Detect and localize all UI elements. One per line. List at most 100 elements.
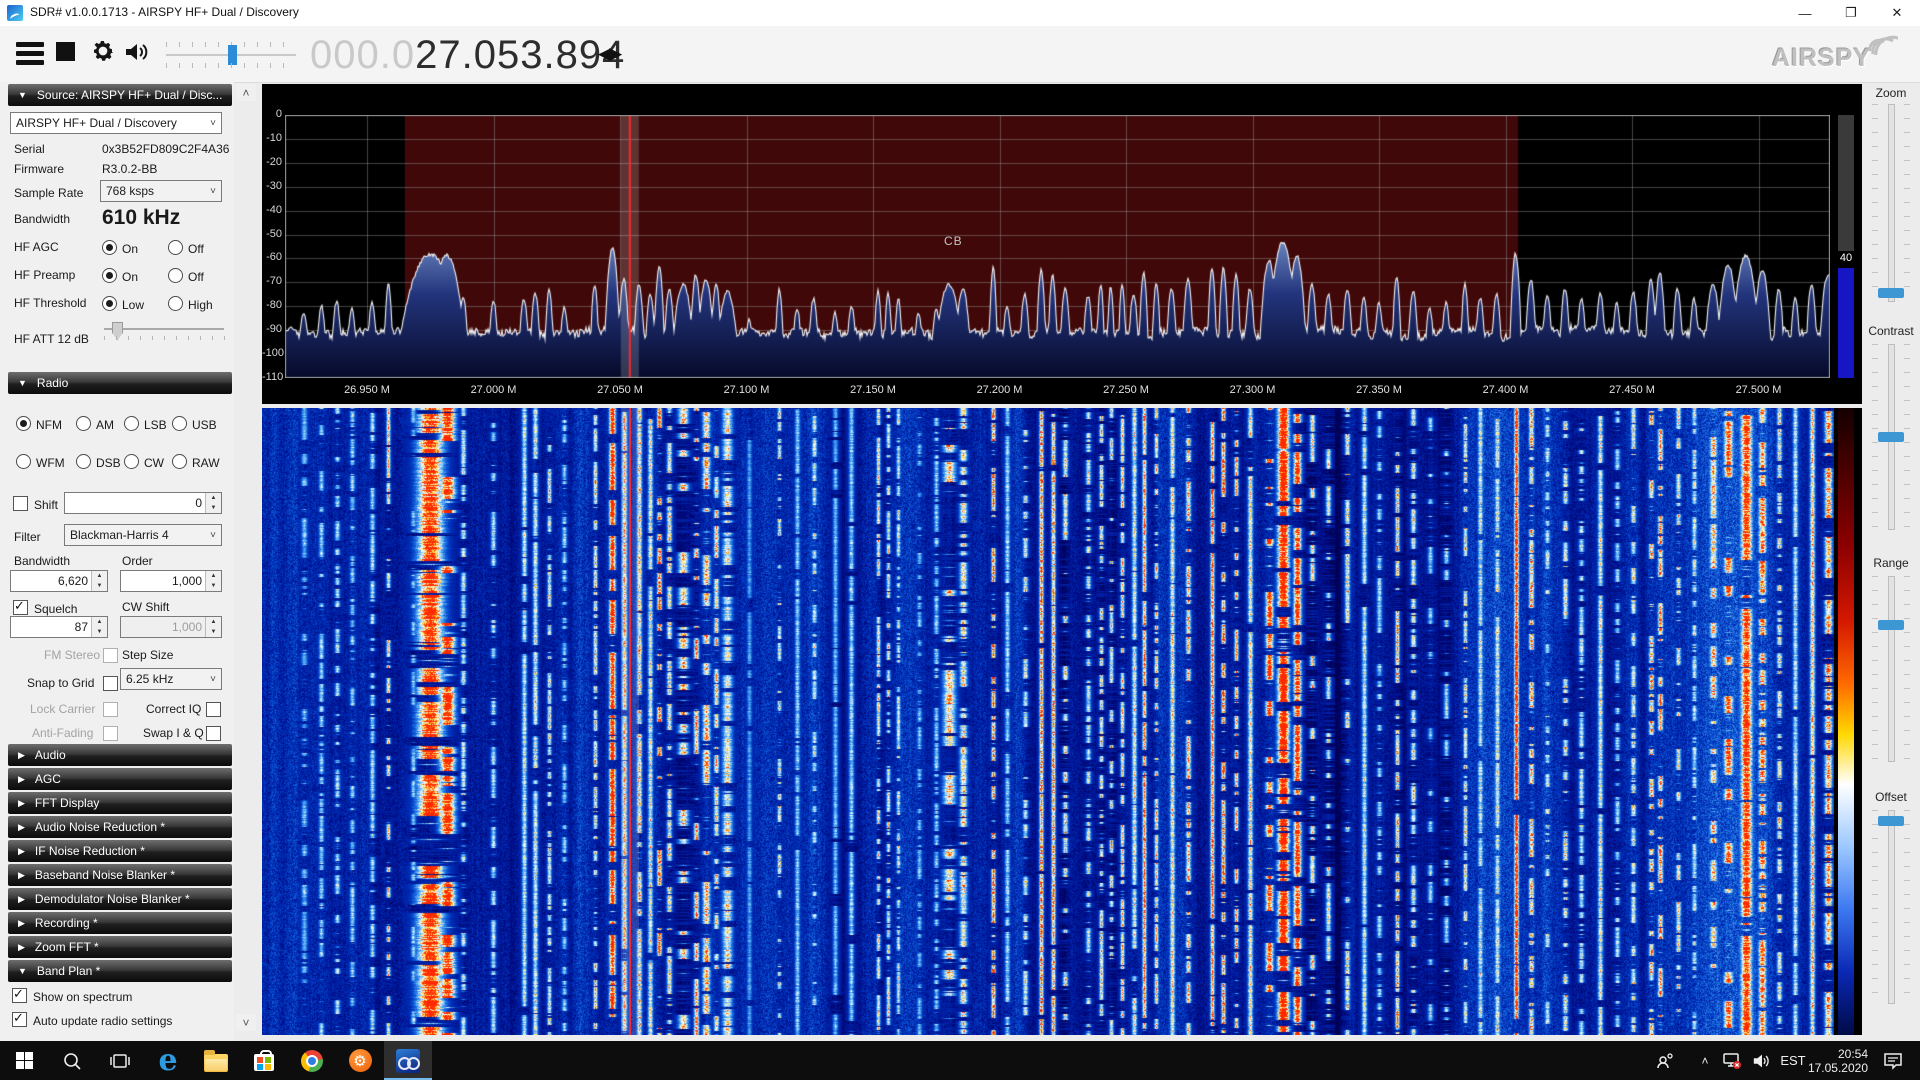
checkbox-icon[interactable] <box>13 598 28 615</box>
spinner-icon[interactable]: ▲ ▼ <box>205 493 221 513</box>
panel-header-zoom-fft[interactable]: ▶ Zoom FFT * <box>8 936 232 958</box>
restore-button[interactable]: ❐ <box>1828 0 1874 26</box>
zoom-slider-track[interactable] <box>1888 104 1895 302</box>
waterfall-canvas[interactable] <box>262 408 1834 1035</box>
spinner-icon[interactable]: ▲ ▼ <box>205 571 221 591</box>
taskbar-task-view-icon[interactable] <box>96 1041 144 1080</box>
menu-icon[interactable] <box>16 40 44 67</box>
panel-header-demodulator-noise-blanker[interactable]: ▶ Demodulator Noise Blanker * <box>8 888 232 910</box>
spinner-icon[interactable]: ▲ ▼ <box>91 571 107 591</box>
order-input[interactable]: 1,000 ▲ ▼ <box>120 570 222 592</box>
filter-select[interactable]: Blackman-Harris 4 ˅ <box>64 524 222 546</box>
taskbar-sdrsharp-icon[interactable] <box>384 1041 432 1080</box>
tray-expand-icon[interactable]: ˄ <box>1692 1041 1718 1080</box>
checkbox-icon[interactable] <box>103 676 118 691</box>
level-meter-lower[interactable] <box>1838 268 1854 378</box>
source-panel-header[interactable]: ▼ Source: AIRSPY HF+ Dual / Disc... <box>8 84 232 106</box>
hf-threshold-high-radio[interactable]: High <box>168 296 213 312</box>
taskbar-start-button[interactable] <box>0 1041 48 1080</box>
mode-radio-nfm[interactable]: NFM <box>16 416 62 432</box>
mode-radio-raw[interactable]: RAW <box>172 454 220 470</box>
swap-iq-checkbox[interactable] <box>206 726 227 742</box>
radio-icon[interactable] <box>172 416 187 431</box>
minimize-button[interactable]: — <box>1782 0 1828 26</box>
squelch-input[interactable]: 87 ▲ ▼ <box>10 616 108 638</box>
radio-icon[interactable] <box>102 268 117 283</box>
scroll-down-arrow[interactable]: ˅ <box>236 1014 256 1031</box>
sample-rate-select[interactable]: 768 ksps ˅ <box>100 180 222 202</box>
radio-icon[interactable] <box>76 416 91 431</box>
offset-slider-track[interactable] <box>1888 810 1895 1004</box>
taskbar-store-icon[interactable] <box>240 1041 288 1080</box>
people-icon[interactable] <box>1648 1041 1682 1080</box>
taskbar-chrome-icon[interactable] <box>288 1041 336 1080</box>
mode-radio-dsb[interactable]: DSB <box>76 454 121 470</box>
hf-agc-off-radio[interactable]: Off <box>168 240 204 256</box>
range-slider-track[interactable] <box>1888 576 1895 762</box>
frequency-display[interactable]: 000.027.053.894 <box>310 33 625 78</box>
spectrum-canvas[interactable] <box>285 115 1830 378</box>
radio-icon[interactable] <box>168 268 183 283</box>
radio-icon[interactable] <box>168 296 183 311</box>
mode-radio-lsb[interactable]: LSB <box>124 416 167 432</box>
spinner-icon[interactable]: ▲ ▼ <box>91 617 107 637</box>
checkbox-icon[interactable] <box>12 1010 27 1027</box>
taskbar-search-icon[interactable] <box>48 1041 96 1080</box>
step-right-icon[interactable]: ▶ <box>609 44 622 63</box>
checkbox-icon[interactable] <box>206 702 221 717</box>
radio-icon[interactable] <box>76 454 91 469</box>
zoom-slider-thumb[interactable] <box>1878 288 1904 298</box>
frequency-steppers[interactable]: ◀▶ <box>598 44 622 64</box>
taskbar-file-explorer-icon[interactable] <box>192 1041 240 1080</box>
taskbar-sdr-console-icon[interactable]: ⚙ <box>336 1041 384 1080</box>
volume-slider[interactable] <box>166 42 296 68</box>
mode-radio-am[interactable]: AM <box>76 416 114 432</box>
speaker-icon[interactable] <box>124 39 152 65</box>
language-indicator[interactable]: EST <box>1778 1041 1808 1080</box>
clock[interactable]: 20:54 17.05.2020 <box>1806 1041 1868 1080</box>
mode-radio-wfm[interactable]: WFM <box>16 454 65 470</box>
panel-header-band-plan[interactable]: ▼ Band Plan * <box>8 960 232 982</box>
checkbox-icon[interactable] <box>12 986 27 1003</box>
show-on-spectrum-checkbox[interactable]: Show on spectrum <box>12 986 132 1004</box>
step-size-select[interactable]: 6.25 kHz ˅ <box>120 668 222 690</box>
radio-icon[interactable] <box>102 240 117 255</box>
radio-icon[interactable] <box>172 454 187 469</box>
scroll-up-arrow[interactable]: ˄ <box>236 84 256 101</box>
close-button[interactable]: ✕ <box>1874 0 1920 26</box>
panel-header-audio-noise-reduction[interactable]: ▶ Audio Noise Reduction * <box>8 816 232 838</box>
hf-preamp-off-radio[interactable]: Off <box>168 268 204 284</box>
shift-checkbox[interactable]: Shift <box>13 496 58 512</box>
hf-threshold-low-radio[interactable]: Low <box>102 296 144 312</box>
hf-preamp-on-radio[interactable]: On <box>102 268 138 284</box>
filter-bandwidth-input[interactable]: 6,620 ▲ ▼ <box>10 570 108 592</box>
action-center-icon[interactable] <box>1876 1041 1910 1080</box>
network-icon[interactable] <box>1718 1041 1746 1080</box>
range-slider-thumb[interactable] <box>1878 620 1904 630</box>
shift-input[interactable]: 0 ▲ ▼ <box>64 492 222 514</box>
radio-icon[interactable] <box>124 454 139 469</box>
radio-icon[interactable] <box>168 240 183 255</box>
volume-thumb[interactable] <box>228 45 237 65</box>
panel-header-recording[interactable]: ▶ Recording * <box>8 912 232 934</box>
waterfall-display[interactable] <box>262 408 1862 1035</box>
panel-header-if-noise-reduction[interactable]: ▶ IF Noise Reduction * <box>8 840 232 862</box>
correct-iq-checkbox[interactable] <box>206 702 227 718</box>
tray-volume-icon[interactable] <box>1748 1041 1776 1080</box>
offset-slider-thumb[interactable] <box>1878 816 1904 826</box>
device-select[interactable]: AIRSPY HF+ Dual / Discovery ˅ <box>10 112 222 134</box>
radio-icon[interactable] <box>124 416 139 431</box>
panel-header-agc[interactable]: ▶ AGC <box>8 768 232 790</box>
checkbox-icon[interactable] <box>206 726 221 741</box>
squelch-checkbox[interactable]: Squelch <box>13 598 77 616</box>
stop-button[interactable] <box>56 42 75 61</box>
mode-radio-usb[interactable]: USB <box>172 416 217 432</box>
radio-icon[interactable] <box>16 454 31 469</box>
hf-agc-on-radio[interactable]: On <box>102 240 138 256</box>
panel-header-fft-display[interactable]: ▶ FFT Display <box>8 792 232 814</box>
panel-header-audio[interactable]: ▶ Audio <box>8 744 232 766</box>
auto-update-checkbox[interactable]: Auto update radio settings <box>12 1010 172 1028</box>
contrast-slider-thumb[interactable] <box>1878 432 1904 442</box>
taskbar-edge-icon[interactable]: e <box>144 1041 192 1080</box>
checkbox-icon[interactable] <box>13 496 28 511</box>
